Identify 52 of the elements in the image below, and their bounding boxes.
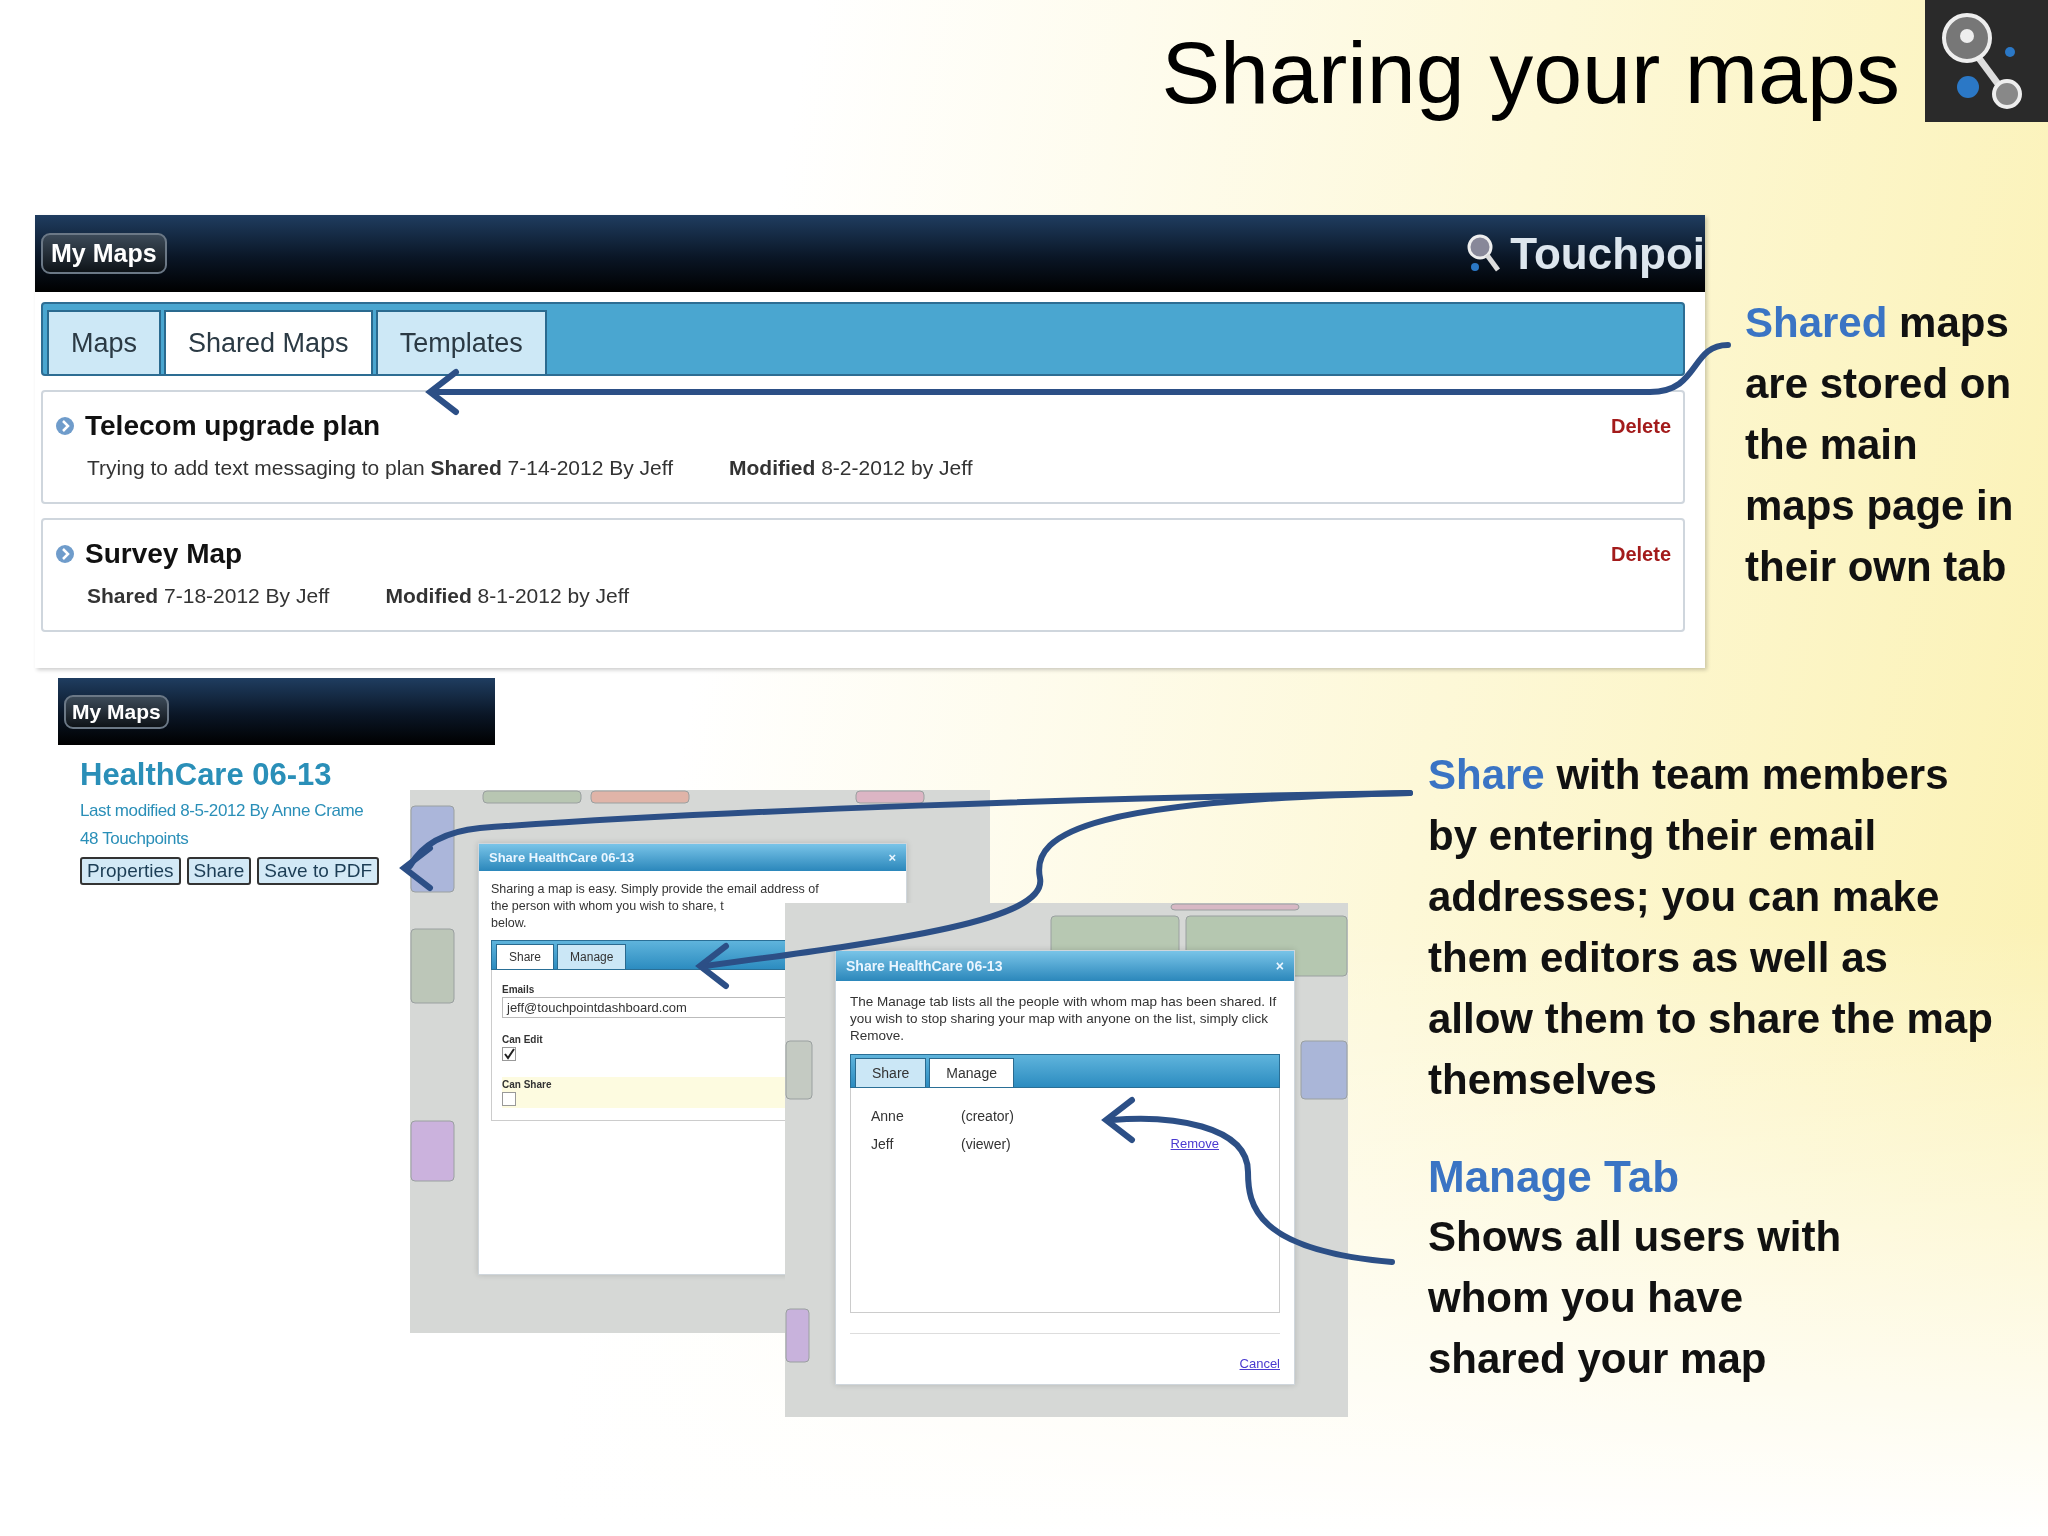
map-details: Modified 8-1-2012 by Jeff	[385, 584, 629, 608]
delete-link[interactable]: Delete	[1610, 414, 1671, 438]
tab[interactable]: Templates	[375, 310, 547, 374]
map-details: Shared 7-18-2012 By Jeff	[87, 584, 330, 608]
logo-icon	[1925, 0, 2048, 122]
checkbox[interactable]	[502, 1092, 516, 1106]
dialog-title: Share HealthCare 06-13	[846, 958, 1003, 974]
my-maps-button[interactable]: My Maps	[64, 694, 169, 729]
slide-title: Sharing your maps	[1161, 22, 1900, 124]
map-node	[1300, 1040, 1348, 1100]
tab[interactable]: Manage	[929, 1058, 1014, 1087]
map-action-button[interactable]: Save to PDF	[257, 857, 380, 885]
dialog-text: the person with whom you wish to share, t	[491, 898, 725, 915]
brand-name: Touchpoi	[1510, 228, 1705, 279]
remove-link[interactable]: Remove	[1170, 1136, 1219, 1152]
tab[interactable]: Manage	[557, 944, 627, 969]
my-maps-button[interactable]: My Maps	[41, 233, 167, 274]
expand-icon[interactable]	[55, 416, 75, 436]
person-role: (creator)	[961, 1108, 1014, 1124]
map-details: Modified 8-2-2012 by Jeff	[729, 456, 973, 480]
map-action-button[interactable]: Share	[186, 857, 252, 885]
callout-text: Shared maps are stored on the main maps page in their own tab	[1745, 298, 2015, 592]
map-node	[785, 1308, 810, 1363]
cancel-link[interactable]: Cancel	[1239, 1356, 1280, 1371]
person-name: Anne	[871, 1108, 905, 1124]
map-action-button[interactable]: Properties	[80, 857, 181, 885]
expand-icon[interactable]	[55, 544, 75, 564]
map-node	[855, 790, 925, 804]
last-modified-text: Last modified 8-5-2012 By Anne Crame	[80, 801, 365, 821]
map-title: Telecom upgrade plan	[85, 410, 381, 442]
person-name: Jeff	[871, 1136, 895, 1152]
option-label: Can Share	[502, 1079, 553, 1090]
dialog-text: below.	[491, 915, 528, 932]
callout-text: Shows all users with whom you have shared your map	[1428, 1212, 1843, 1384]
map-title: Survey Map	[85, 538, 243, 570]
checkbox[interactable]	[502, 1047, 516, 1061]
map-node	[410, 1120, 455, 1182]
callout-text: Share with team members by entering their email addresses; you can make them editors as well as allow them to share the map themselves	[1428, 750, 1993, 1105]
tab[interactable]: Maps	[47, 310, 162, 374]
delete-link[interactable]: Delete	[1610, 542, 1671, 566]
map-details: Trying to add text messaging to plan Shared 7-14-2012 By Jeff	[87, 456, 673, 480]
dialog-title: Share HealthCare 06-13	[489, 850, 635, 865]
map-title: HealthCare 06-13	[80, 757, 333, 793]
touchpoint-count: 48 Touchpoints	[80, 829, 190, 849]
map-node	[785, 1040, 813, 1100]
dialog-text: Sharing a map is easy. Simply provide the email address of	[491, 881, 820, 898]
tab[interactable]: Share	[496, 944, 555, 969]
callout-heading: Manage Tab	[1428, 1151, 1680, 1203]
tab[interactable]: Shared Maps	[164, 310, 373, 374]
tab[interactable]: Share	[855, 1058, 927, 1087]
field-label: Emails	[502, 984, 536, 995]
person-role: (viewer)	[961, 1136, 1011, 1152]
